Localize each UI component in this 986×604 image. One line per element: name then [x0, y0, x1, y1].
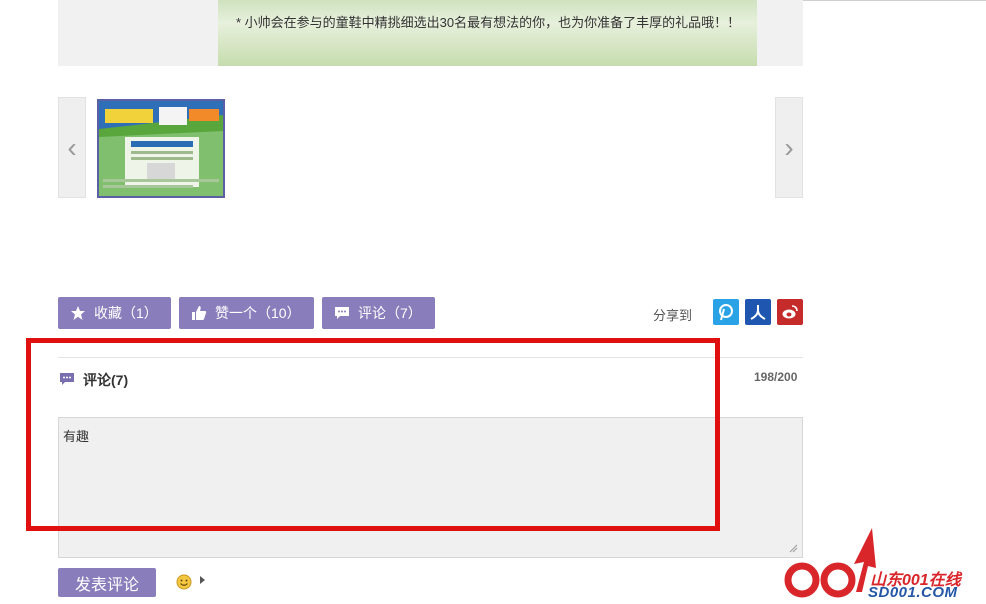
- share-weibo-button[interactable]: [777, 299, 803, 325]
- renren-icon: [750, 305, 766, 320]
- char-counter: 198/200: [754, 370, 798, 384]
- banner-container: * 小帅会在参与的童鞋中精挑细选出30名最有想法的你，也为你准备了丰厚的礼品哦！…: [58, 0, 803, 66]
- comment-button[interactable]: 评论（7）: [322, 297, 435, 329]
- chevron-right-icon: ›: [784, 131, 794, 163]
- like-button[interactable]: 赞一个（10）: [179, 297, 314, 329]
- comment-bubble-icon: [60, 373, 74, 385]
- like-label: 赞一个（10）: [215, 305, 301, 321]
- favorite-button[interactable]: 收藏（1）: [58, 297, 171, 329]
- carousel-next-button[interactable]: ›: [775, 97, 803, 198]
- pinterest-like-icon: [719, 304, 733, 321]
- share-pinterest-button[interactable]: [713, 299, 739, 325]
- comment-input[interactable]: 有趣: [58, 417, 803, 558]
- top-border-line: [802, 0, 986, 1]
- banner-image: * 小帅会在参与的童鞋中精挑细选出30名最有想法的你，也为你准备了丰厚的礼品哦！…: [218, 0, 757, 66]
- thumbnail-image: [99, 101, 223, 196]
- share-label: 分享到: [653, 308, 693, 323]
- star-icon: [71, 306, 85, 320]
- weibo-icon: [782, 305, 798, 319]
- carousel-thumbnail[interactable]: [97, 99, 225, 198]
- caret-right-icon[interactable]: [200, 576, 205, 584]
- thumbs-up-icon: [192, 306, 207, 320]
- share-renren-button[interactable]: [745, 299, 771, 325]
- comments-title: 评论(7): [83, 372, 129, 388]
- favorite-label: 收藏（1）: [94, 305, 158, 321]
- comment-label: 评论（7）: [358, 305, 422, 321]
- post-comment-button[interactable]: 发表评论: [58, 568, 156, 597]
- comments-divider: [58, 357, 803, 358]
- smiley-icon[interactable]: [176, 574, 192, 590]
- comment-input-value: 有趣: [63, 429, 90, 444]
- banner-text: * 小帅会在参与的童鞋中精挑细选出30名最有想法的你，也为你准备了丰厚的礼品哦！…: [236, 15, 741, 30]
- speech-bubble-icon: [335, 307, 349, 319]
- chevron-left-icon: ‹: [67, 131, 77, 163]
- carousel-prev-button[interactable]: ‹: [58, 97, 86, 198]
- watermark-en-text: SD001.COM: [868, 584, 958, 601]
